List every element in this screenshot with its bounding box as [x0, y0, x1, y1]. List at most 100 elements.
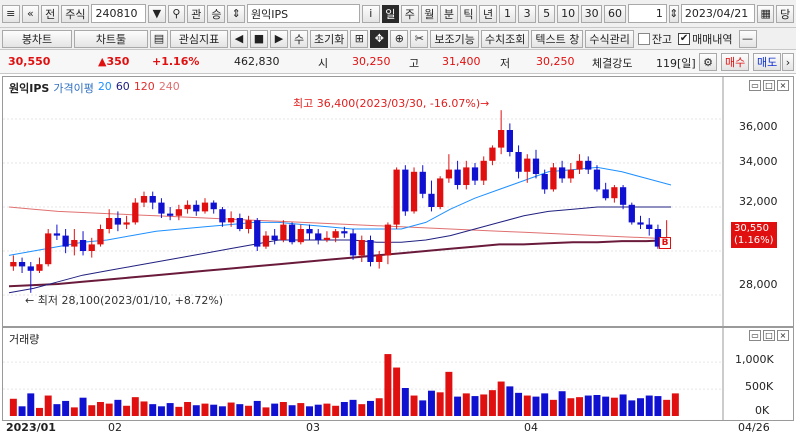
volume-bar — [123, 405, 131, 416]
period-tick[interactable]: 틱 — [459, 4, 478, 23]
candle-body — [454, 169, 461, 185]
interval-1[interactable]: 1 — [498, 4, 517, 23]
candle-body — [602, 189, 609, 199]
interval-60[interactable]: 60 — [604, 4, 626, 23]
pin-icon[interactable]: ⊕ — [390, 29, 409, 48]
reset-button[interactable]: 초기화 — [310, 29, 349, 48]
su-button[interactable]: 수 — [290, 29, 308, 48]
volume-bar — [549, 399, 557, 416]
candle-body — [585, 160, 592, 170]
trade-history-toggle[interactable]: ✔ 매매내역 — [678, 31, 733, 47]
volume-bar — [323, 403, 331, 416]
value-query-button[interactable]: 수치조회 — [480, 29, 530, 48]
balance-toggle[interactable]: 잔고 — [637, 31, 673, 47]
trade-history-checkbox[interactable]: ✔ — [678, 32, 691, 45]
candle-body — [349, 233, 357, 256]
period-day[interactable]: 일 — [381, 4, 400, 23]
current-button[interactable]: 당 — [776, 4, 794, 23]
candle-body — [576, 160, 583, 170]
candle-body — [36, 264, 43, 271]
count-stepper[interactable]: 1 — [627, 4, 667, 23]
volume-bar — [184, 402, 192, 416]
prev-icon[interactable]: ◀ — [230, 29, 248, 48]
next-icon[interactable]: ▶ — [270, 29, 288, 48]
formula-manage-button[interactable]: 수식관리 — [585, 29, 634, 48]
quote-bar: 30,550 ▲350 +1.16% 462,830 시 30,250 고 31… — [0, 50, 796, 74]
buy-button[interactable]: 매수 — [721, 53, 750, 71]
candle-body — [541, 174, 548, 190]
rise-button[interactable]: 승 — [207, 4, 226, 23]
stock-name-field[interactable]: 원익IPS — [247, 4, 360, 23]
calendar-icon[interactable]: ▦ — [756, 4, 775, 23]
candle-body — [193, 204, 200, 212]
balance-label: 잔고 — [651, 32, 673, 46]
stop-icon[interactable]: ■ — [250, 29, 268, 48]
info-icon[interactable]: i — [361, 4, 380, 23]
tab-stock[interactable]: 주식 — [61, 4, 90, 23]
volume-bar — [105, 403, 113, 416]
more-icon[interactable]: › — [782, 53, 794, 71]
chart-type-select[interactable]: 봉차트 — [2, 29, 72, 48]
period-minute[interactable]: 분 — [440, 4, 458, 23]
collapse-icon[interactable]: « — [21, 4, 40, 23]
candle-body — [201, 202, 209, 212]
x-label-feb: 02 — [108, 421, 122, 434]
volume-bar — [436, 392, 444, 416]
sell-button[interactable]: 매도 — [753, 53, 782, 71]
price-chart-panel[interactable]: 원익IPS 가격이평 20 60 120 240 ▭ □ × 최고 36,400… — [2, 76, 794, 327]
volume-bar — [253, 400, 261, 416]
candle-body — [288, 224, 296, 243]
top-toolbar: ≡ « 전 주식 240810 ▼ ⚲ 관 승 ⇕ 원익IPS i 일 주 월 … — [0, 0, 796, 28]
aux-functions-button[interactable]: 보조기능 — [430, 29, 479, 48]
volume-bar — [419, 400, 427, 416]
date-field[interactable]: 2023/04/21 — [680, 4, 755, 23]
tab-all[interactable]: 전 — [41, 4, 60, 23]
period-year[interactable]: 년 — [479, 4, 497, 23]
volume-chart-panel[interactable]: 거래량 ▭ □ × 1,000K 500K 0K — [2, 327, 794, 421]
volume-bar — [62, 400, 70, 416]
balance-checkbox[interactable] — [637, 32, 650, 45]
candle-body — [637, 222, 644, 225]
candle-body — [88, 244, 95, 251]
interval-5[interactable]: 5 — [537, 4, 556, 23]
interval-10[interactable]: 10 — [557, 4, 579, 23]
dropdown-arrow-icon[interactable]: ▼ — [148, 4, 166, 23]
move-icon[interactable]: ✥ — [370, 29, 389, 48]
stepper-icon[interactable]: ⇕ — [227, 4, 245, 23]
candle-body — [567, 169, 574, 179]
volume-bar — [367, 400, 374, 416]
candle-body — [489, 147, 496, 161]
candle-body — [332, 231, 339, 238]
candle-body — [27, 266, 34, 271]
scissors-icon[interactable]: ✂ — [410, 29, 429, 48]
vol-tick-1000k: 1,000K — [735, 353, 774, 366]
chart-tools-select[interactable]: 차트툴 — [74, 29, 148, 48]
candle-body — [558, 167, 566, 179]
watchlist-button[interactable]: 관 — [187, 4, 206, 23]
crosshair-icon[interactable]: ⊞ — [350, 29, 369, 48]
period-week[interactable]: 주 — [401, 4, 419, 23]
indicators-button[interactable]: 관심지표 — [170, 29, 228, 48]
candle-body — [262, 235, 270, 247]
candle-body — [358, 240, 365, 256]
volume-bar — [593, 395, 601, 416]
minimize-icon[interactable]: — — [738, 29, 757, 48]
save-icon[interactable]: ▤ — [150, 29, 168, 48]
buy-marker[interactable]: B — [659, 237, 671, 249]
x-axis: 2023/01 02 03 04 04/26 — [0, 421, 796, 434]
vol-tick-0k: 0K — [755, 404, 770, 417]
open-label: 시 — [318, 57, 329, 70]
volume-bar — [9, 398, 17, 416]
interval-30[interactable]: 30 — [580, 4, 603, 23]
menu-icon[interactable]: ≡ — [2, 4, 20, 23]
candle-body — [480, 160, 487, 181]
volume-bar — [610, 397, 618, 416]
settings-icon[interactable]: ⚙ — [699, 53, 717, 71]
text-window-button[interactable]: 텍스트 창 — [531, 29, 584, 48]
interval-3[interactable]: 3 — [518, 4, 536, 23]
period-month[interactable]: 월 — [420, 4, 439, 23]
code-input[interactable]: 240810 — [91, 4, 147, 23]
search-icon[interactable]: ⚲ — [167, 4, 186, 23]
count-spin-icon[interactable]: ⇕ — [668, 4, 679, 23]
candle-body — [419, 171, 426, 194]
